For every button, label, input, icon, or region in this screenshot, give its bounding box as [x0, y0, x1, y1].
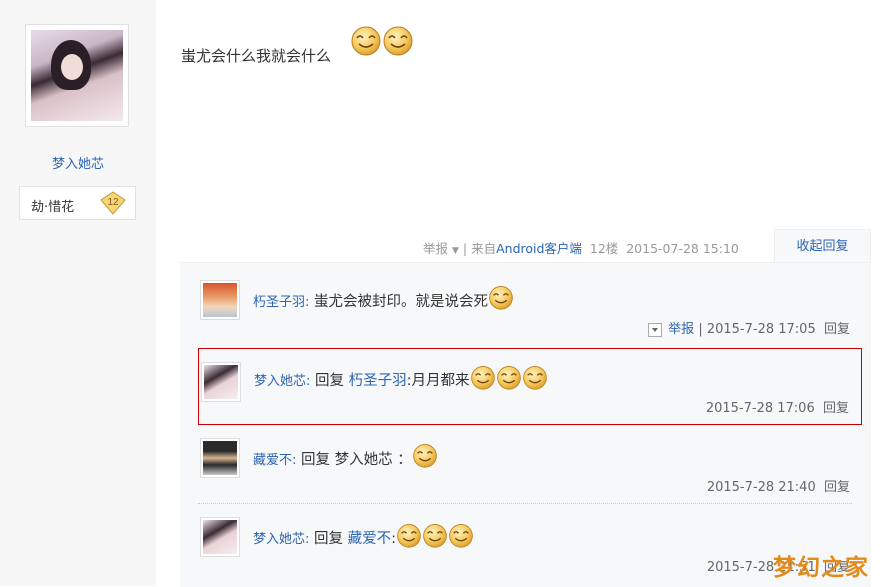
post-meta: 举报 ▼ | 来自Android客户端 12楼 2015-07-28 15:10: [423, 238, 739, 257]
list-item: 梦入她芯: 回复 藏爱不: 2015-7-28 21:51 回复: [198, 517, 852, 582]
badge-name: 劫·惜花: [31, 200, 75, 215]
author-avatar[interactable]: [25, 24, 129, 127]
post-content: 蚩尤会什么我就会什么: [181, 45, 331, 66]
reply-meta: 举报 | 2015-7-28 17:05 回复: [648, 318, 850, 337]
smiley-emoji-icon: [488, 284, 514, 310]
badge-level: 12: [107, 197, 119, 208]
report-link[interactable]: 举报: [423, 241, 448, 256]
collapse-replies-button[interactable]: 收起回复: [774, 229, 871, 263]
reply-time: 2015-7-28 17:06: [705, 401, 815, 416]
report-link[interactable]: 举报: [668, 322, 694, 337]
avatar[interactable]: [200, 280, 240, 320]
smiley-emoji-icon: [382, 24, 414, 56]
smiley-emoji-icon: [396, 522, 422, 548]
reply-target-link[interactable]: 藏爱不: [348, 531, 392, 547]
report-dropdown-icon[interactable]: [648, 322, 663, 337]
reply-username[interactable]: 梦入她芯:: [254, 374, 310, 389]
reply-content: 朽圣子羽: 蚩尤会被封印。就是说会死: [253, 290, 514, 311]
source-prefix: | 来自: [462, 241, 497, 256]
source-link[interactable]: Android客户端: [496, 241, 582, 256]
list-item: 藏爱不: 回复 梦入她芯 ： 2015-7-28 21:40 回复: [198, 438, 852, 503]
smiley-emoji-icon: [422, 522, 448, 548]
reply-content: 梦入她芯: 回复 朽圣子羽:月月都来: [254, 369, 548, 390]
reply-text: :月月都来: [406, 373, 470, 389]
reply-prefix: 回复: [301, 452, 330, 468]
watermark-logo: 梦幻之家: [773, 554, 869, 581]
reply-time: 2015-7-28 21:40: [706, 480, 816, 495]
avatar[interactable]: [201, 362, 241, 402]
reply-text: 蚩尤会被封印。就是说会死: [314, 294, 488, 310]
list-item-highlighted: 梦入她芯: 回复 朽圣子羽:月月都来 2015-7-28 17:06 回复: [198, 348, 862, 425]
post-time: 2015-07-28 15:10: [626, 241, 739, 256]
reply-username[interactable]: 梦入她芯:: [253, 532, 309, 547]
reply-username[interactable]: 藏爱不:: [253, 453, 296, 468]
reply-button[interactable]: 回复: [823, 401, 849, 416]
reply-list: 朽圣子羽: 蚩尤会被封印。就是说会死 举报 | 2015-7-28 17:05 …: [180, 262, 871, 587]
reply-username[interactable]: 朽圣子羽:: [253, 295, 309, 310]
reply-button[interactable]: 回复: [824, 322, 850, 337]
smiley-emoji-icon: [522, 364, 548, 390]
dropdown-caret-icon[interactable]: ▼: [452, 246, 459, 256]
smiley-emoji-icon: [350, 24, 382, 56]
reply-meta: 2015-7-28 21:40 回复: [707, 476, 850, 495]
post-emojis: [350, 24, 414, 56]
reply-meta: 2015-7-28 17:06 回复: [706, 397, 849, 416]
reply-prefix: 回复: [314, 531, 343, 547]
author-username[interactable]: 梦入她芯: [0, 153, 156, 172]
author-sidebar: 梦入她芯 劫·惜花 12: [0, 0, 156, 586]
post-text: 蚩尤会什么我就会什么: [181, 47, 332, 65]
reply-time: | 2015-7-28 17:05: [698, 322, 816, 337]
smiley-emoji-icon: [448, 522, 474, 548]
reply-button[interactable]: 回复: [824, 480, 850, 495]
floor-number: 12楼: [589, 241, 619, 256]
divider: [198, 503, 852, 504]
list-item: 朽圣子羽: 蚩尤会被封印。就是说会死 举报 | 2015-7-28 17:05 …: [198, 280, 852, 345]
avatar[interactable]: [200, 438, 240, 478]
reply-target-link[interactable]: 朽圣子羽: [349, 373, 407, 389]
reply-prefix: 回复: [315, 373, 344, 389]
reply-target[interactable]: 梦入她芯: [335, 452, 393, 468]
level-badge[interactable]: 劫·惜花 12: [19, 186, 136, 220]
post-main: 蚩尤会什么我就会什么 举报 ▼ | 来自Android客户端 12楼 2015-…: [157, 0, 890, 587]
avatar-image: [31, 30, 123, 121]
reply-content: 藏爱不: 回复 梦入她芯 ：: [253, 448, 438, 469]
reply-text: ：: [397, 452, 412, 468]
level-diamond-icon: 12: [100, 191, 126, 215]
smiley-emoji-icon: [496, 364, 522, 390]
smiley-emoji-icon: [470, 364, 496, 390]
smiley-emoji-icon: [412, 442, 438, 468]
avatar[interactable]: [200, 517, 240, 557]
reply-content: 梦入她芯: 回复 藏爱不:: [253, 527, 474, 548]
